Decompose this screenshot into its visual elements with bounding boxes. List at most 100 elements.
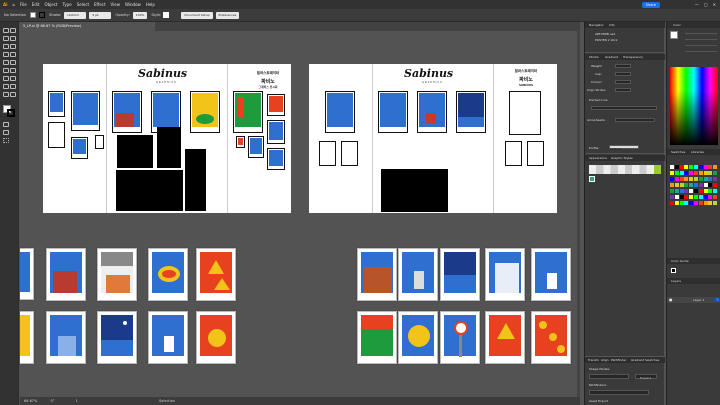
edit-toolbar-icon[interactable]	[3, 138, 9, 143]
poster-frame[interactable]	[527, 141, 544, 166]
poster-card[interactable]	[196, 311, 236, 364]
color-swatch[interactable]	[670, 165, 674, 169]
color-swatch[interactable]	[670, 195, 674, 199]
tab-libraries[interactable]: Libraries	[691, 150, 704, 154]
poster-frame[interactable]	[325, 91, 355, 133]
poster-frame[interactable]	[48, 122, 65, 148]
tab-graphic-styles[interactable]: Graphic Styles	[611, 156, 633, 160]
color-swatch[interactable]	[689, 177, 694, 181]
poster-frame[interactable]	[248, 136, 264, 158]
gradient-tool-icon[interactable]	[3, 76, 9, 81]
poster-card[interactable]	[97, 311, 137, 364]
color-swatch[interactable]	[698, 195, 703, 199]
eraser-tool-icon[interactable]	[3, 68, 9, 73]
color-swatch[interactable]	[698, 165, 703, 169]
profile-select[interactable]: Uniform	[609, 145, 639, 151]
artboard-number[interactable]: 1	[76, 399, 78, 403]
maximize-icon[interactable]: ▢	[704, 2, 708, 7]
color-swatch[interactable]	[689, 171, 694, 175]
poster-frame[interactable]	[48, 91, 65, 117]
color-swatch[interactable]	[679, 183, 684, 187]
color-swatch[interactable]	[713, 165, 718, 169]
minimize-icon[interactable]: —	[695, 2, 699, 7]
rotate-tool-icon[interactable]	[3, 60, 9, 65]
tab-swatches[interactable]: Swatches	[671, 150, 685, 154]
color-swatch[interactable]	[689, 165, 694, 169]
poster-card[interactable]	[196, 248, 236, 301]
poster-frame[interactable]	[267, 94, 285, 116]
color-swatch[interactable]	[684, 171, 689, 175]
poster-card[interactable]	[97, 248, 137, 301]
close-icon[interactable]: ✕	[713, 2, 716, 7]
weight-input[interactable]	[615, 64, 631, 68]
expand-button[interactable]: Expand	[635, 374, 657, 380]
color-swatch[interactable]	[679, 201, 684, 205]
poster-card[interactable]	[440, 248, 480, 301]
color-swatch[interactable]	[713, 183, 718, 187]
poster-card[interactable]	[357, 248, 397, 301]
tab-transform[interactable]: Transfo	[588, 358, 599, 362]
hand-tool-icon[interactable]	[10, 84, 16, 89]
color-swatch[interactable]	[689, 195, 694, 199]
poster-card[interactable]	[20, 311, 34, 364]
type-tool-icon[interactable]	[3, 52, 9, 57]
color-swatch[interactable]	[703, 189, 708, 193]
stroke-swatch[interactable]	[39, 12, 46, 18]
color-swatch[interactable]	[674, 189, 679, 193]
placeholder-block[interactable]	[116, 170, 183, 211]
color-swatch[interactable]	[694, 165, 698, 169]
zoom-tool-icon[interactable]	[3, 92, 9, 97]
corner-options[interactable]	[615, 80, 631, 84]
layer-name[interactable]: Layer 1	[693, 298, 704, 302]
menu-type[interactable]: Type	[63, 2, 72, 7]
poster-card[interactable]	[20, 248, 34, 300]
tab-layers[interactable]: Layers	[671, 279, 681, 283]
color-swatch[interactable]	[689, 183, 694, 187]
poster-frame[interactable]	[233, 91, 263, 133]
color-swatch[interactable]	[679, 171, 684, 175]
color-swatch[interactable]	[679, 165, 684, 169]
color-swatch[interactable]	[694, 177, 698, 181]
color-swatch[interactable]	[684, 189, 689, 193]
paintbrush-tool-icon[interactable]	[10, 44, 16, 49]
artboard-tool-icon[interactable]	[3, 84, 9, 89]
menu-view[interactable]: View	[111, 2, 121, 7]
poster-frame[interactable]	[319, 141, 336, 166]
screen-mode-icon[interactable]	[3, 130, 9, 135]
color-swatch[interactable]	[684, 165, 689, 169]
slider-track[interactable]	[685, 39, 717, 40]
layers-row[interactable]: ART.MOBI.ssd	[595, 32, 615, 36]
poster-card[interactable]	[148, 248, 188, 301]
color-swatch[interactable]	[689, 201, 694, 205]
tab-color-guide[interactable]: Color Guide	[671, 259, 689, 263]
preferences-button[interactable]: Preferences	[215, 11, 240, 19]
artboard-canvas[interactable]: Sabinus GRAPHICS 일러스트레이터 짜비노 그래픽스 전시회 Sa…	[20, 31, 580, 397]
color-swatch[interactable]	[670, 177, 674, 181]
color-swatch[interactable]	[698, 177, 703, 181]
color-swatch[interactable]	[674, 195, 679, 199]
direct-selection-tool-icon[interactable]	[10, 28, 16, 33]
eye-icon[interactable]: ●	[669, 297, 673, 302]
tab-swatches-bottom[interactable]: Swatches	[645, 358, 659, 362]
canvas-scrollbar[interactable]	[577, 31, 580, 397]
rotation-value[interactable]: 0°	[50, 399, 54, 403]
poster-frame[interactable]	[236, 136, 245, 148]
color-swatch[interactable]	[674, 165, 679, 169]
color-guide-black[interactable]	[671, 268, 676, 273]
pathfinder-buttons[interactable]	[589, 390, 649, 395]
color-swatch[interactable]	[708, 183, 713, 187]
poster-card[interactable]	[398, 311, 438, 364]
placeholder-block[interactable]	[117, 135, 153, 168]
color-swatch[interactable]	[684, 201, 689, 205]
layers-row[interactable]: POSTER 2 stick	[595, 38, 618, 42]
arrowheads-select[interactable]	[615, 118, 655, 122]
menu-object[interactable]: Object	[44, 2, 57, 7]
tab-color[interactable]: Color	[673, 23, 681, 27]
eyedropper-tool-icon[interactable]	[10, 76, 16, 81]
menu-help[interactable]: Help	[146, 2, 155, 7]
color-swatch[interactable]	[679, 189, 684, 193]
poster-card[interactable]	[485, 248, 525, 301]
poster-frame[interactable]	[456, 91, 486, 133]
color-swatch[interactable]	[698, 171, 703, 175]
selection-tool-icon[interactable]	[3, 28, 9, 33]
